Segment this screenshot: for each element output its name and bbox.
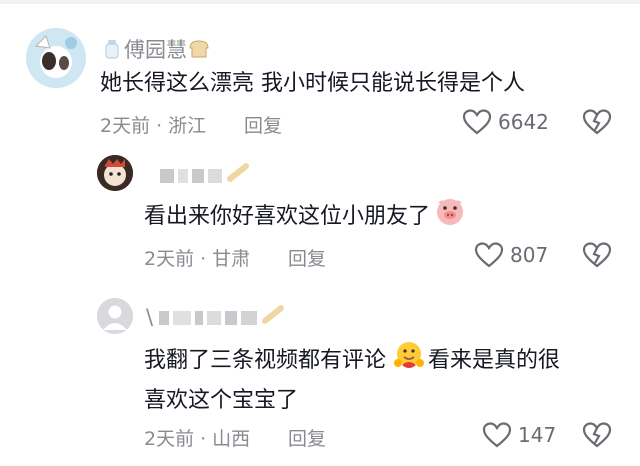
like-button[interactable]: 807: [474, 241, 548, 269]
comment-text: 她长得这么漂亮 我小时候只能说长得是个人: [100, 71, 525, 96]
username-text: \: [146, 304, 154, 329]
separator: ·: [200, 248, 207, 270]
comment-text-content: 看出来你好喜欢这位小朋友了: [144, 204, 431, 229]
comment-text-line1: 我翻了三条视频都有评论: [144, 348, 387, 373]
username[interactable]: \: [146, 304, 287, 331]
broken-heart-icon: [582, 242, 612, 268]
blurred-username: [160, 168, 174, 183]
separator: ·: [200, 428, 207, 450]
avatar[interactable]: [97, 298, 133, 334]
avatar[interactable]: [26, 28, 86, 88]
broken-heart-icon: [582, 422, 612, 448]
heart-outline-icon: [462, 109, 492, 135]
username-text: 傅园慧: [124, 38, 187, 62]
broken-heart-icon: [582, 109, 612, 135]
comment-text-line1b: 看来是真的很: [428, 348, 561, 373]
reply-button[interactable]: 回复: [288, 424, 326, 451]
location: 浙江: [168, 115, 207, 137]
timestamp: 2天前: [144, 248, 195, 270]
dislike-button[interactable]: [582, 241, 612, 273]
username[interactable]: 傅园慧: [102, 34, 211, 65]
hug-face-emoji: [392, 339, 426, 383]
like-count: 147: [518, 423, 557, 447]
comment-text: 看出来你好喜欢这位小朋友了: [144, 196, 614, 238]
bone-icon: [226, 162, 252, 189]
separator: ·: [156, 115, 163, 137]
default-avatar-icon: [97, 298, 133, 334]
timestamp: 2天前: [100, 115, 151, 137]
like-count: 807: [510, 243, 549, 267]
comment-meta: 2天前 · 山西: [144, 424, 250, 451]
username[interactable]: [160, 162, 252, 189]
comment-text-line2: 喜欢这个宝宝了: [144, 388, 299, 413]
bread-icon: [187, 38, 211, 65]
avatar[interactable]: [97, 155, 133, 191]
location: 甘肃: [212, 248, 251, 270]
comment-meta: 2天前 · 甘肃: [144, 244, 250, 271]
bone-icon: [261, 304, 287, 331]
dislike-button[interactable]: [582, 421, 612, 453]
heart-outline-icon: [482, 422, 512, 448]
reply-button[interactable]: 回复: [244, 111, 282, 138]
dislike-button[interactable]: [582, 108, 612, 140]
comment-meta: 2天前 · 浙江: [100, 111, 206, 138]
pig-face-emoji: [434, 196, 466, 238]
location: 山西: [212, 428, 251, 450]
avatar-image: [26, 28, 86, 88]
baby-bottle-icon: [102, 38, 124, 65]
timestamp: 2天前: [144, 428, 195, 450]
heart-outline-icon: [474, 242, 504, 268]
like-button[interactable]: 6642: [462, 108, 549, 136]
like-button[interactable]: 147: [482, 421, 556, 449]
like-count: 6642: [498, 110, 549, 134]
reply-button[interactable]: 回复: [288, 244, 326, 271]
comment-text: 我翻了三条视频都有评论 看来是真的很喜欢这个宝宝了: [144, 339, 624, 419]
avatar-image: [97, 155, 133, 191]
top-divider: [0, 0, 640, 4]
